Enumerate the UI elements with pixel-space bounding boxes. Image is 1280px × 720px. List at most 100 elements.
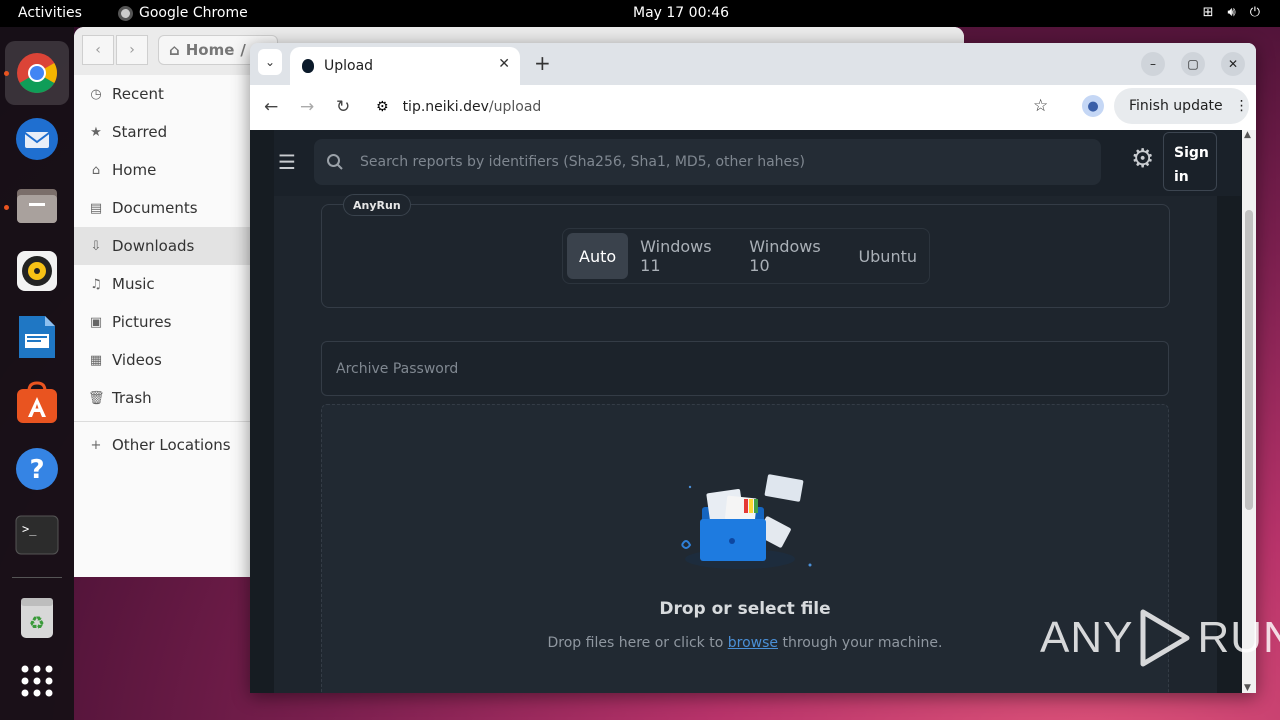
activities-button[interactable]: Activities [18, 5, 82, 21]
os-option-ubuntu[interactable]: Ubuntu [846, 233, 929, 279]
app-name: Google Chrome [139, 5, 248, 21]
dock-chrome[interactable] [5, 41, 69, 105]
clock[interactable]: May 17 00:46 [633, 5, 729, 21]
kebab-menu-icon: ⋮ [1234, 98, 1249, 114]
maximize-button[interactable]: ▢ [1181, 52, 1205, 76]
settings-gear-icon[interactable]: ⚙ [1131, 144, 1154, 174]
clock-icon: ◷ [90, 86, 102, 102]
video-icon: ▦ [89, 352, 103, 368]
minimize-button[interactable]: – [1141, 52, 1165, 76]
running-indicator [4, 71, 9, 76]
chevron-right-icon: › [129, 42, 135, 58]
os-option-windows-11[interactable]: Windows 11 [628, 233, 737, 279]
os-option-windows-10[interactable]: Windows 10 [737, 233, 846, 279]
sidebar-item-trash[interactable]: 🗑︎ Trash [74, 379, 250, 417]
dock-help[interactable]: ? [13, 445, 61, 493]
system-tray[interactable]: ⊞ 🔊︎ ⏻ [1203, 5, 1260, 20]
thunderbird-icon [16, 118, 58, 160]
dock-separator [12, 577, 62, 578]
writer-icon [19, 316, 55, 358]
help-icon: ? [16, 448, 58, 490]
play-logo-icon [1140, 609, 1190, 667]
dock-terminal[interactable]: >_ [13, 511, 61, 559]
document-icon: ▤ [89, 200, 103, 216]
app-center-icon [17, 381, 57, 423]
scrollbar-thumb[interactable] [1245, 210, 1253, 510]
sidebar-item-label: Pictures [112, 313, 172, 331]
picture-icon: ▣ [89, 314, 103, 330]
sidebar-item-videos[interactable]: ▦ Videos [74, 341, 250, 379]
drop-zone-text-prefix: Drop files here or click to [547, 635, 724, 651]
watermark-text-right: RUN [1197, 613, 1280, 662]
search-icon [327, 154, 343, 170]
os-option-auto[interactable]: Auto [567, 233, 629, 279]
sidebar-item-label: Trash [112, 389, 152, 407]
chrome-small-icon [118, 5, 133, 21]
svg-text:>_: >_ [22, 522, 37, 536]
archive-password-input[interactable] [336, 360, 1136, 377]
sidebar-item-other-locations[interactable]: + Other Locations [74, 426, 250, 464]
dock-app-center[interactable] [13, 379, 61, 427]
dock-files[interactable] [13, 181, 61, 229]
svg-text:?: ? [29, 455, 44, 485]
sign-in-button[interactable]: Sign in [1163, 132, 1217, 191]
trash-icon: ♻ [21, 598, 53, 638]
scroll-down-icon[interactable]: ▼ [1244, 683, 1251, 693]
archive-password-field[interactable] [321, 341, 1169, 396]
browse-link[interactable]: browse [728, 635, 778, 651]
top-bar: Activities Google Chrome May 17 00:46 ⊞ … [0, 0, 1280, 27]
tab-title: Upload [324, 58, 374, 74]
search-bar[interactable] [314, 139, 1101, 185]
sandbox-selector: Auto Windows 11 Windows 10 Ubuntu [321, 204, 1170, 308]
site-info-icon[interactable]: ⚙︎ [376, 99, 389, 115]
sidebar-item-label: Music [112, 275, 155, 293]
sidebar-item-downloads[interactable]: ⇩ Downloads [74, 227, 250, 265]
sidebar-item-label: Starred [112, 123, 168, 141]
browser-toolbar: ← → ↻ ⚙︎ tip.neiki.dev /upload ☆ ● Finis… [250, 85, 1256, 130]
address-bar[interactable]: ⚙︎ tip.neiki.dev /upload [364, 89, 1064, 125]
sidebar-divider [74, 421, 250, 422]
anyrun-watermark: ANY RUN [1040, 608, 1280, 668]
profile-avatar-icon[interactable]: ● [1082, 95, 1104, 117]
app-menu[interactable]: Google Chrome [118, 5, 248, 21]
files-icon [17, 189, 57, 223]
scroll-up-icon[interactable]: ▲ [1244, 130, 1251, 140]
forward-button[interactable]: › [116, 35, 148, 65]
new-tab-button[interactable]: + [534, 51, 551, 75]
minimize-icon: – [1150, 57, 1156, 71]
dock-trash[interactable]: ♻ [13, 593, 61, 641]
tab-upload[interactable]: Upload ✕ [290, 47, 520, 85]
download-icon: ⇩ [90, 238, 102, 254]
sidebar-item-label: Home [112, 161, 157, 179]
back-arrow-icon[interactable]: ← [264, 97, 278, 117]
power-icon: ⏻ [1249, 5, 1260, 20]
chevron-down-icon: ⌄ [264, 55, 276, 69]
dock-rhythmbox[interactable] [13, 247, 61, 295]
finish-update-button[interactable]: Finish update ⋮ [1114, 88, 1249, 124]
back-button[interactable]: ‹ [82, 35, 114, 65]
close-tab-icon[interactable]: ✕ [498, 56, 510, 72]
close-icon: ✕ [1227, 57, 1239, 71]
hamburger-menu-icon[interactable]: ☰ [278, 150, 296, 174]
sidebar-item-music[interactable]: ♫ Music [74, 265, 250, 303]
close-window-button[interactable]: ✕ [1221, 52, 1245, 76]
url-path: /upload [488, 99, 542, 115]
upload-folder-illustration [681, 474, 812, 569]
site-favicon [302, 59, 314, 73]
forward-arrow-icon[interactable]: → [300, 97, 314, 117]
sidebar-item-label: Other Locations [112, 436, 231, 454]
sidebar-item-home[interactable]: ⌂ Home [74, 151, 250, 189]
dock-thunderbird[interactable] [13, 115, 61, 163]
sidebar-item-starred[interactable]: ★ Starred [74, 113, 250, 151]
tab-search-button[interactable]: ⌄ [258, 49, 282, 75]
sidebar-item-label: Videos [112, 351, 162, 369]
bookmark-star-icon[interactable]: ☆ [1033, 96, 1048, 116]
dock-writer[interactable] [13, 313, 61, 361]
dock-app-grid[interactable] [13, 657, 61, 705]
reload-icon[interactable]: ↻ [336, 97, 350, 117]
maximize-icon: ▢ [1187, 57, 1199, 71]
sidebar-item-recent[interactable]: ◷ Recent [74, 75, 250, 113]
search-input[interactable] [360, 154, 1060, 170]
sidebar-item-pictures[interactable]: ▣ Pictures [74, 303, 250, 341]
sidebar-item-documents[interactable]: ▤ Documents [74, 189, 250, 227]
